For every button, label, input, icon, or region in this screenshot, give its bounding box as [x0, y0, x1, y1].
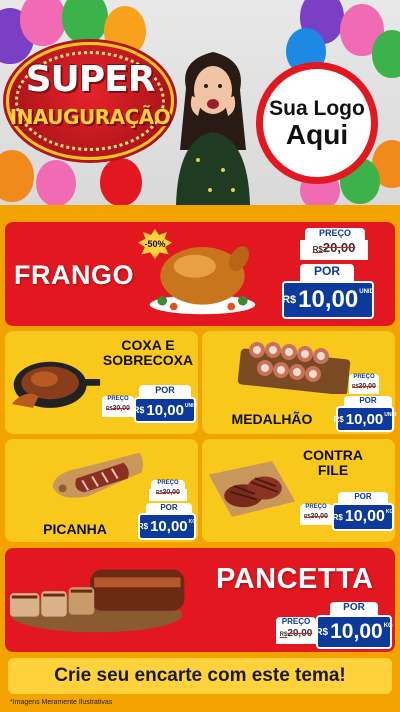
unit-label: KG — [188, 519, 197, 525]
logo-line-2: Aqui — [285, 119, 349, 150]
cta-banner: Crie seu encarte com este tema! — [8, 658, 392, 694]
product-name: CONTRA FILE — [300, 447, 366, 479]
currency: R$ — [315, 626, 329, 638]
new-price-value: 10,00 — [298, 286, 359, 313]
unit-label: UNID — [359, 289, 374, 295]
unit-label: UNID — [184, 403, 198, 409]
new-price-label: POR — [330, 602, 378, 616]
balloon-decoration — [100, 158, 142, 205]
product-name-line-2: SOBRECOXA — [102, 352, 194, 369]
product-name-line-1: COXA E — [121, 337, 175, 353]
new-price-value: 10,00 — [150, 518, 188, 535]
unit-label: UNID — [384, 412, 397, 418]
new-price: R$ 10,00 KG — [332, 503, 394, 531]
balloon-decoration — [0, 150, 34, 202]
new-price: R$ 10,00 KG — [315, 615, 393, 649]
unit-label: KG — [383, 623, 393, 629]
new-price-label: POR — [300, 264, 354, 281]
roast-chicken-image — [149, 246, 256, 315]
product-name-line-2: FILE — [317, 462, 349, 479]
currency: R$ — [333, 414, 344, 424]
logo-line-1: Sua Logo — [269, 97, 365, 120]
balloon-decoration — [36, 160, 76, 205]
balloon-decoration — [20, 0, 66, 46]
currency: R$ — [132, 405, 145, 415]
product-name: PICANHA — [43, 521, 107, 537]
store-logo-placeholder: Sua Logo Aqui — [256, 62, 378, 184]
old-price: R$20,00 — [276, 628, 316, 644]
new-price-label: POR — [338, 492, 388, 503]
balloon-decoration — [372, 30, 400, 78]
old-price: R$20,00 — [349, 383, 379, 394]
unit-label: KG — [385, 509, 394, 515]
new-price-value: 10,00 — [330, 620, 383, 643]
old-price: R$20,00 — [149, 489, 187, 501]
product-name: MEDALHÃO — [231, 411, 313, 427]
chicken-thigh-pan-image — [11, 361, 101, 408]
picanha-board-image — [52, 452, 143, 498]
badge-title: SUPER — [25, 59, 156, 100]
new-price: R$ 10,00 UNID — [333, 406, 397, 432]
product-name: PANCETTA — [216, 563, 374, 595]
balloon-decoration — [62, 0, 108, 44]
old-price-value: 20,00 — [358, 383, 376, 390]
currency: R$ — [282, 294, 297, 306]
new-price: R$ 10,00 KG — [138, 513, 196, 540]
old-price-value: 20,00 — [112, 405, 130, 412]
old-price-value: 20,00 — [287, 628, 313, 639]
new-price: R$ 10,00 UNID — [282, 281, 374, 319]
old-price: R$20,00 — [102, 405, 134, 417]
old-price: R$20,00 — [300, 240, 368, 260]
header-banner: SUPER INAUGURAÇÃO Sua Logo Aqui — [0, 0, 400, 205]
old-price: R$20,00 — [300, 513, 332, 525]
super-inauguracao-badge: SUPER INAUGURAÇÃO — [6, 42, 174, 160]
new-price-value: 10,00 — [345, 410, 384, 428]
product-name: FRANGO — [14, 260, 134, 290]
product-name-line-1: CONTRA — [303, 447, 363, 463]
currency: R$ — [137, 522, 149, 531]
currency: R$ — [332, 512, 343, 522]
disclaimer-text: *Imagens Meramente Ilustrativas — [10, 699, 113, 706]
woman-image — [176, 52, 250, 205]
new-price-value: 10,00 — [146, 401, 184, 419]
new-price: R$ 10,00 UNID — [132, 397, 198, 423]
pancetta-board-image — [9, 569, 185, 633]
badge-subtitle: INAUGURAÇÃO — [9, 105, 171, 129]
old-currency: R$ — [312, 245, 323, 254]
new-price-value: 10,00 — [344, 508, 385, 525]
old-price-value: 20,00 — [162, 489, 180, 496]
old-price-value: 20,00 — [310, 513, 328, 520]
medalhao-skewers-image — [237, 342, 351, 394]
old-price-value: 20,00 — [322, 240, 356, 255]
contrafile-board-image — [208, 461, 296, 517]
product-name: COXA E SOBRECOXA — [100, 337, 196, 369]
